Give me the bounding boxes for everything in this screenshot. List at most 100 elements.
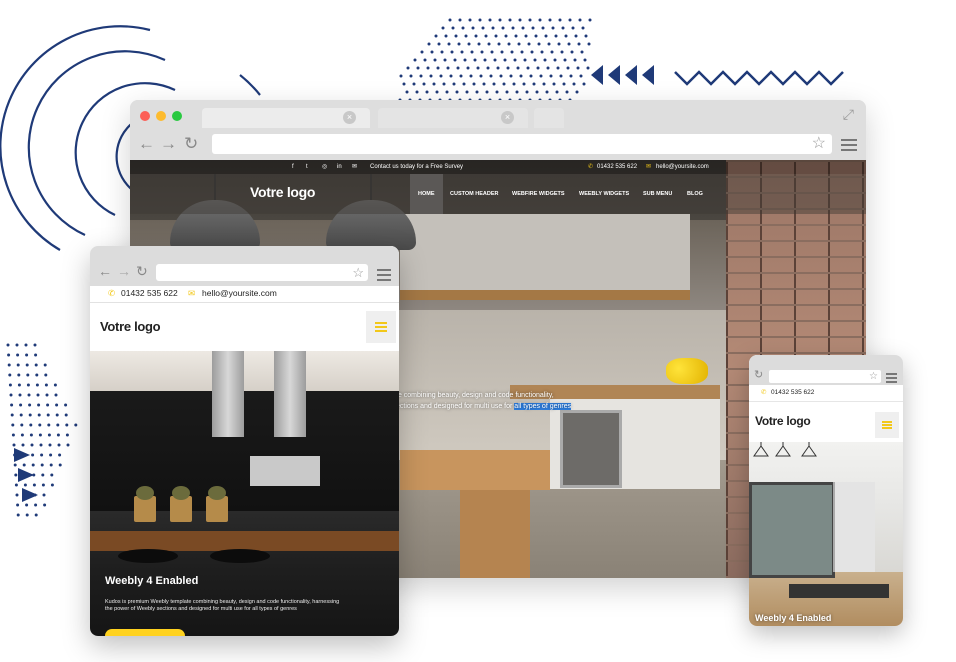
decor-dot bbox=[30, 443, 34, 447]
decor-dot bbox=[25, 363, 29, 367]
browser-tab[interactable]: × bbox=[378, 108, 528, 128]
tablet-browser-chrome: ← → ↻ ☆ bbox=[90, 246, 399, 286]
decor-dot bbox=[432, 82, 436, 86]
decor-dot bbox=[47, 433, 51, 437]
decor-dot bbox=[547, 42, 551, 46]
decor-dot bbox=[19, 403, 23, 407]
address-bar[interactable]: ☆ bbox=[156, 264, 368, 281]
minimize-dot-icon[interactable] bbox=[156, 111, 166, 121]
email-address[interactable]: hello@yoursite.com bbox=[656, 160, 709, 174]
forward-icon[interactable]: → bbox=[117, 263, 131, 279]
decor-dot bbox=[477, 42, 481, 46]
tab-close-icon[interactable]: × bbox=[343, 111, 356, 124]
nav-sub-menu[interactable]: SUB MENU bbox=[635, 174, 680, 214]
hero-description: te combining beauty, design and code fun… bbox=[396, 390, 572, 412]
phone-icon: ✆ bbox=[108, 288, 116, 298]
decor-dot bbox=[572, 82, 576, 86]
reload-icon[interactable]: ↻ bbox=[136, 263, 148, 280]
decor-dot bbox=[564, 34, 568, 38]
decor-dot bbox=[456, 66, 460, 70]
instagram-icon[interactable]: ◎ bbox=[322, 160, 327, 174]
nav-blog[interactable]: BLOG bbox=[679, 174, 711, 214]
decor-dot bbox=[12, 443, 16, 447]
decor-dot bbox=[537, 42, 541, 46]
selected-text[interactable]: all types of genres bbox=[514, 403, 572, 410]
back-icon[interactable]: ← bbox=[98, 263, 112, 279]
hamburger-menu-icon[interactable] bbox=[875, 412, 899, 438]
decor-dot bbox=[472, 82, 476, 86]
decor-dot bbox=[560, 50, 564, 54]
reload-icon[interactable]: ↻ bbox=[184, 134, 198, 154]
kitchen-island bbox=[90, 531, 399, 551]
close-dot-icon[interactable] bbox=[140, 111, 150, 121]
phone-number[interactable]: 01432 535 622 bbox=[771, 385, 814, 401]
address-bar[interactable]: ☆ bbox=[212, 134, 832, 154]
decor-dot bbox=[49, 453, 53, 457]
decor-dot bbox=[426, 66, 430, 70]
decor-dot bbox=[16, 363, 20, 367]
decor-dot bbox=[28, 403, 32, 407]
site-logo[interactable]: Votre logo bbox=[250, 184, 315, 200]
decor-dot bbox=[493, 58, 497, 62]
site-logo[interactable]: Votre logo bbox=[100, 319, 161, 334]
decor-dot bbox=[454, 34, 458, 38]
decor-dot bbox=[58, 453, 62, 457]
email-address[interactable]: hello@yoursite.com bbox=[202, 286, 277, 300]
pendant-light bbox=[753, 442, 769, 457]
decor-dot bbox=[584, 34, 588, 38]
nav-custom-header[interactable]: CUSTOM HEADER bbox=[442, 174, 507, 214]
twitter-icon[interactable]: t bbox=[306, 160, 308, 174]
decor-dot bbox=[501, 26, 505, 30]
decor-dot bbox=[570, 50, 574, 54]
bookmark-star-icon[interactable]: ☆ bbox=[812, 134, 826, 154]
decor-dot bbox=[511, 26, 515, 30]
tab-close-icon[interactable]: × bbox=[501, 111, 514, 124]
decor-dot bbox=[559, 74, 563, 78]
browser-menu-icon[interactable] bbox=[377, 269, 391, 284]
expand-icon[interactable]: ⤢ bbox=[843, 106, 854, 123]
phone-icon: ✆ bbox=[761, 389, 767, 396]
facebook-icon[interactable]: f bbox=[292, 160, 294, 174]
decor-dot bbox=[466, 66, 470, 70]
decor-dot bbox=[34, 503, 38, 507]
phone-number[interactable]: 01432 535 622 bbox=[597, 160, 637, 174]
new-tab-button[interactable] bbox=[534, 108, 564, 128]
maximize-dot-icon[interactable] bbox=[172, 111, 182, 121]
decor-dot bbox=[555, 90, 559, 94]
decor-dot bbox=[422, 82, 426, 86]
decor-dot bbox=[498, 18, 502, 22]
decor-dot bbox=[544, 34, 548, 38]
hero-title: Weebly 4 Enabled bbox=[755, 613, 832, 623]
forward-icon[interactable]: → bbox=[160, 134, 177, 154]
decor-dot bbox=[26, 383, 30, 387]
browser-menu-icon[interactable] bbox=[841, 139, 857, 154]
decor-dot bbox=[533, 58, 537, 62]
decor-dot bbox=[480, 50, 484, 54]
hero-cta-button[interactable] bbox=[105, 629, 185, 636]
decor-dot bbox=[518, 18, 522, 22]
nav-webfire-widgets[interactable]: WEBFIRE WIDGETS bbox=[504, 174, 573, 214]
decor-dot bbox=[525, 90, 529, 94]
nav-home[interactable]: HOME bbox=[410, 174, 443, 214]
nav-weebly-widgets[interactable]: WEEBLY WIDGETS bbox=[571, 174, 637, 214]
decor-dot bbox=[552, 82, 556, 86]
address-bar[interactable]: ☆ bbox=[769, 370, 881, 383]
bookmark-star-icon[interactable]: ☆ bbox=[352, 264, 364, 281]
decor-dot bbox=[49, 463, 53, 467]
bookmark-star-icon[interactable]: ☆ bbox=[869, 370, 878, 383]
decor-dot bbox=[41, 483, 45, 487]
mail-icon: ✉ bbox=[188, 288, 196, 298]
reload-icon[interactable]: ↻ bbox=[754, 368, 763, 381]
phone-info-bar: ✆ 01432 535 622 bbox=[749, 385, 903, 402]
phone-number[interactable]: 01432 535 622 bbox=[121, 286, 178, 300]
decor-dot bbox=[475, 90, 479, 94]
site-logo[interactable]: Votre logo bbox=[755, 414, 811, 428]
decor-dot bbox=[11, 423, 15, 427]
linkedin-icon[interactable]: in bbox=[337, 160, 342, 174]
tablet-hero: Weebly 4 Enabled Kudos is premium Weebly… bbox=[90, 351, 399, 636]
email-icon[interactable]: ✉ bbox=[352, 160, 357, 174]
decor-dot bbox=[483, 58, 487, 62]
browser-tab[interactable]: × bbox=[202, 108, 370, 128]
hamburger-menu-icon[interactable] bbox=[366, 311, 396, 343]
back-icon[interactable]: ← bbox=[138, 134, 155, 154]
